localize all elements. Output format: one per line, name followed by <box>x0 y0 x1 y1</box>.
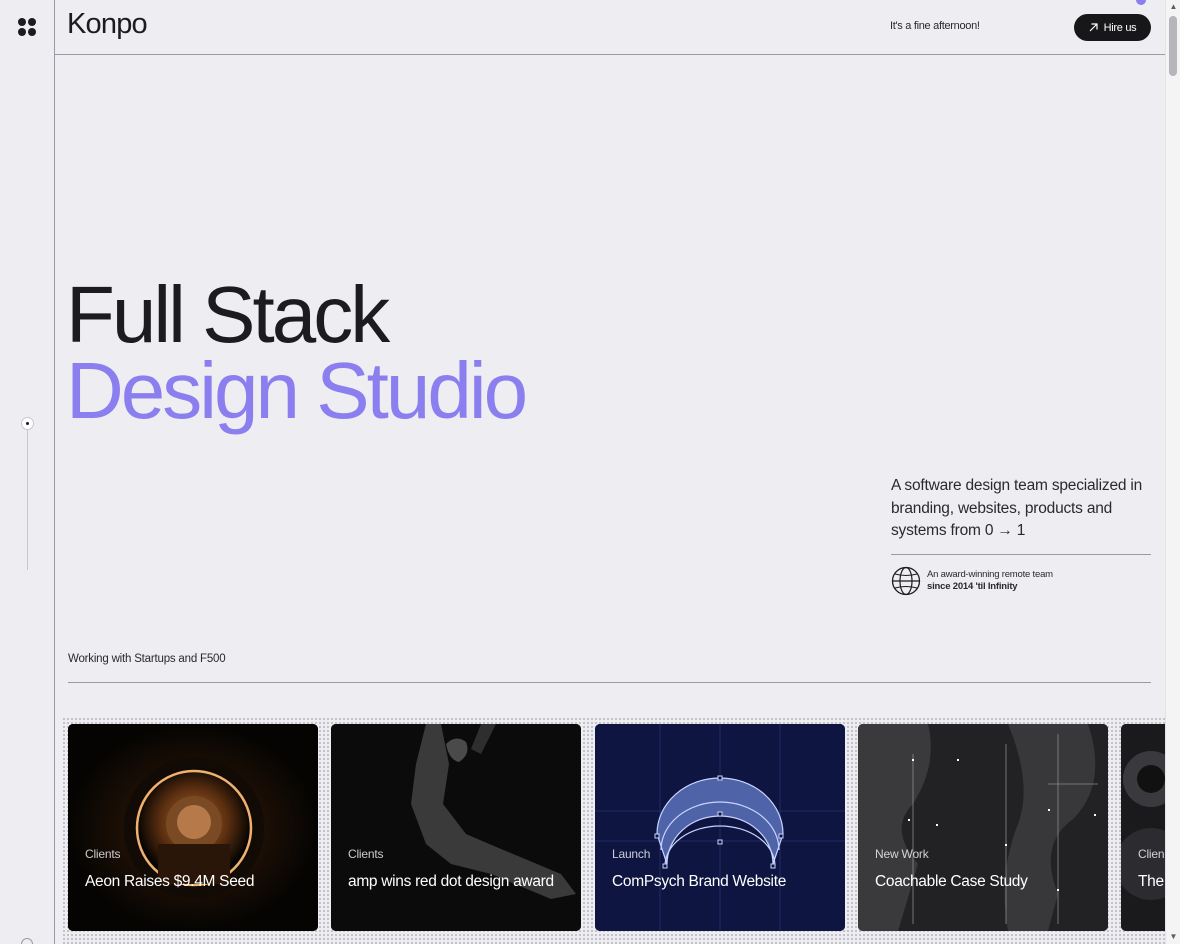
scroll-progress-indicator[interactable] <box>21 417 34 430</box>
scroll-up-arrow-icon[interactable]: ▲ <box>1166 0 1180 14</box>
award-line-1: An award-winning remote team <box>927 569 1053 580</box>
cursor-dot <box>1136 0 1146 5</box>
athlete-image <box>331 724 581 931</box>
hero-title-line-2: Design Studio <box>66 346 528 435</box>
logo-construction-image <box>595 724 845 931</box>
card-title: amp wins red dot design award <box>348 873 554 890</box>
site-header: Konpo It's a fine afternoon! Hire us <box>55 0 1165 55</box>
portal-image <box>68 724 318 931</box>
news-card[interactable]: New Work Coachable Case Study <box>858 724 1108 931</box>
scrollbar-thumb[interactable] <box>1169 16 1177 76</box>
news-card[interactable]: Clien The Has <box>1121 724 1165 931</box>
card-tag: Clients <box>85 847 121 861</box>
scroll-progress-track <box>27 430 28 570</box>
working-divider <box>68 682 1151 683</box>
scroll-down-arrow-icon[interactable]: ▼ <box>1166 930 1180 944</box>
card-tag: Clien <box>1138 847 1165 861</box>
card-tag: Clients <box>348 847 384 861</box>
hire-us-label: Hire us <box>1103 21 1137 34</box>
card-title: The Has <box>1138 873 1165 890</box>
news-cards-strip: Clients Aeon Raises $9.4M Seed Clients a… <box>62 717 1165 944</box>
page-scrollbar[interactable]: ▲ ▼ <box>1165 0 1180 944</box>
award-line-2: since 2014 'til Infinity <box>927 581 1018 592</box>
card-title: Coachable Case Study <box>875 873 1028 890</box>
rail-bottom-indicator <box>21 938 33 944</box>
globe-icon <box>891 566 921 596</box>
hero-title-line-1: Full Stack <box>66 270 390 359</box>
greeting-text: It's a fine afternoon! <box>890 20 980 32</box>
card-tag: New Work <box>875 847 929 861</box>
news-card[interactable]: Launch ComPsych Brand Website <box>595 724 845 931</box>
logo[interactable]: Konpo <box>67 8 148 41</box>
news-card[interactable]: Clients amp wins red dot design award <box>331 724 581 931</box>
intro-text: A software design team specialized in br… <box>891 477 1143 539</box>
arrow-up-right-icon <box>1089 23 1098 32</box>
typography-image <box>858 724 1108 931</box>
card-title: Aeon Raises $9.4M Seed <box>85 873 255 890</box>
award-block: An award-winning remote team since 2014 … <box>891 566 1151 596</box>
news-card[interactable]: Clients Aeon Raises $9.4M Seed <box>68 724 318 931</box>
card-title: ComPsych Brand Website <box>612 873 787 890</box>
menu-dots-icon[interactable] <box>14 14 40 40</box>
speaker-image <box>1121 724 1165 931</box>
working-with-label: Working with Startups and F500 <box>68 653 226 665</box>
hire-us-button[interactable]: Hire us <box>1074 14 1151 41</box>
left-rail <box>0 0 55 944</box>
intro-divider <box>891 554 1151 555</box>
card-tag: Launch <box>612 847 651 861</box>
